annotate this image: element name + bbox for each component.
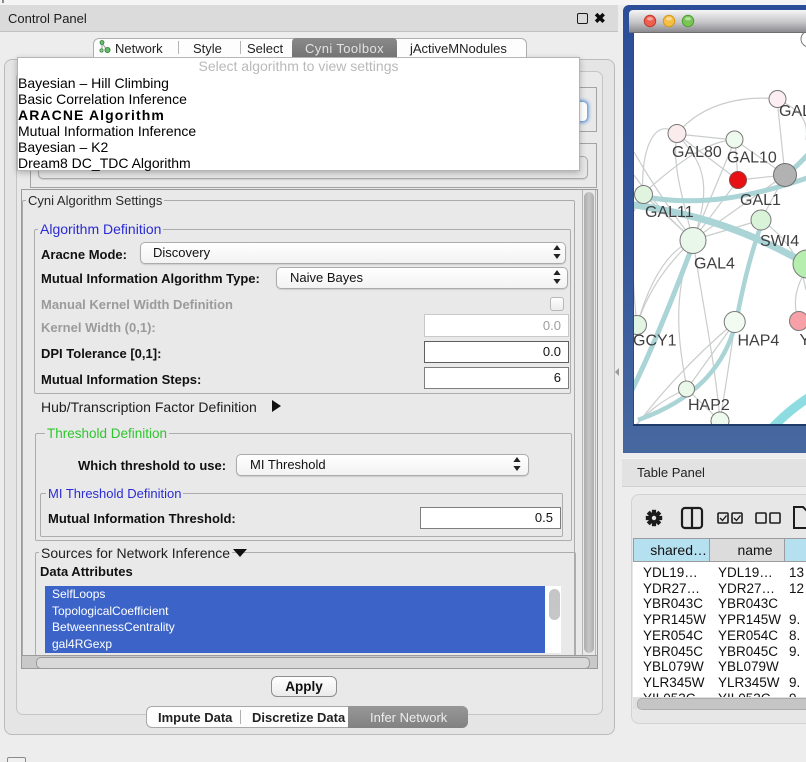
svg-text:HAP4: HAP4 — [738, 333, 780, 350]
svg-text:GAL4: GAL4 — [694, 256, 735, 273]
svg-text:GAL8: GAL8 — [779, 103, 806, 120]
svg-text:GAL80: GAL80 — [672, 144, 722, 161]
svg-text:Y: Y — [800, 332, 806, 349]
svg-text:SWI4: SWI4 — [760, 233, 799, 250]
svg-text:GCY1: GCY1 — [633, 333, 677, 350]
svg-text:GAL1: GAL1 — [740, 192, 781, 209]
svg-text:GAL11: GAL11 — [645, 204, 694, 221]
svg-text:HAP2: HAP2 — [688, 397, 730, 414]
svg-text:GAL10: GAL10 — [727, 150, 777, 167]
